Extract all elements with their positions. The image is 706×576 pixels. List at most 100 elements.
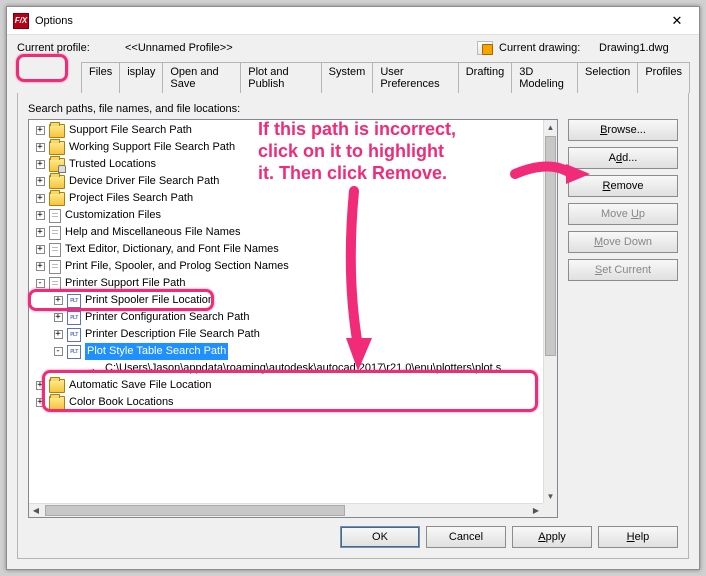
dialog-buttons: OK Cancel Apply Help xyxy=(28,518,678,548)
tree-item[interactable]: + Working Support File Search Path xyxy=(31,139,543,156)
browse-button[interactable]: Browse... xyxy=(568,119,678,141)
tree-item-label: Printer Configuration Search Path xyxy=(85,309,249,326)
plt-icon xyxy=(67,345,81,359)
doc-icon xyxy=(49,277,61,291)
plt-icon xyxy=(67,294,81,308)
close-icon: ✕ xyxy=(672,13,683,29)
tree-item-label: Text Editor, Dictionary, and Font File N… xyxy=(65,241,279,258)
expand-icon[interactable]: + xyxy=(36,194,45,203)
tree-item[interactable]: + Color Book Locations xyxy=(31,394,543,411)
remove-button[interactable]: Remove xyxy=(568,175,678,197)
tree-item-label: Device Driver File Search Path xyxy=(69,173,219,190)
tree-item-label: Customization Files xyxy=(65,207,161,224)
scroll-left-icon[interactable]: ◀ xyxy=(29,504,43,517)
scroll-thumb[interactable] xyxy=(545,136,556,356)
move-up-button: Move Up xyxy=(568,203,678,225)
tab-system[interactable]: System xyxy=(321,62,374,93)
tab-plot-and-publish[interactable]: Plot and Publish xyxy=(240,62,321,93)
dialog-body: Current profile: <<Unnamed Profile>> Cur… xyxy=(7,35,699,569)
scroll-right-icon[interactable]: ▶ xyxy=(529,504,543,517)
expand-icon[interactable]: + xyxy=(36,126,45,135)
tree-item-label: Printer Support File Path xyxy=(65,275,185,292)
expand-icon[interactable]: + xyxy=(36,245,45,254)
files-tab-panel: Search paths, file names, and file locat… xyxy=(17,93,689,559)
tree-item[interactable]: - Printer Support File Path xyxy=(31,275,543,292)
scroll-up-icon[interactable]: ▲ xyxy=(544,120,557,134)
options-dialog: F/X Options ✕ Current profile: <<Unnamed… xyxy=(6,6,700,570)
tree-item[interactable]: - Plot Style Table Search Path xyxy=(31,343,543,360)
tab-isplay[interactable]: isplay xyxy=(119,62,163,93)
folder-icon xyxy=(49,192,65,206)
expand-icon[interactable]: + xyxy=(54,296,63,305)
expand-icon[interactable]: + xyxy=(36,262,45,271)
tree-item[interactable]: + Text Editor, Dictionary, and Font File … xyxy=(31,241,543,258)
collapse-icon[interactable]: - xyxy=(54,347,63,356)
tree-item-label: Project Files Search Path xyxy=(69,190,193,207)
tabstrip: FilesisplayOpen and SavePlot and Publish… xyxy=(81,61,689,93)
scroll-down-icon[interactable]: ▼ xyxy=(544,489,557,503)
expand-icon[interactable]: + xyxy=(36,160,45,169)
apply-button[interactable]: Apply xyxy=(512,526,592,548)
tree-item[interactable]: + Support File Search Path xyxy=(31,122,543,139)
tree-item-label: Working Support File Search Path xyxy=(69,139,235,156)
tree-item[interactable]: + Trusted Locations xyxy=(31,156,543,173)
tree-item-label: Printer Description File Search Path xyxy=(85,326,260,343)
vertical-scrollbar[interactable]: ▲ ▼ xyxy=(543,120,557,503)
close-button[interactable]: ✕ xyxy=(655,7,699,35)
expand-icon[interactable]: + xyxy=(36,143,45,152)
expand-icon[interactable]: + xyxy=(36,381,45,390)
help-button[interactable]: Help xyxy=(598,526,678,548)
tab-open-and-save[interactable]: Open and Save xyxy=(162,62,241,93)
tree-item[interactable]: +Print File, Spooler, and Prolog Section… xyxy=(31,258,543,275)
current-profile-value: <<Unnamed Profile>> xyxy=(125,42,275,54)
doc-icon xyxy=(49,209,61,223)
current-drawing-value: Drawing1.dwg xyxy=(599,42,689,54)
expand-icon[interactable]: + xyxy=(54,330,63,339)
folder-icon xyxy=(49,124,65,138)
tree-item-label: Support File Search Path xyxy=(69,122,192,139)
doc-icon xyxy=(49,243,61,257)
titlebar: F/X Options ✕ xyxy=(7,7,699,35)
collapse-icon[interactable]: - xyxy=(36,279,45,288)
tree-item-label: Color Book Locations xyxy=(69,394,174,411)
tab-selection[interactable]: Selection xyxy=(577,62,638,93)
doc-icon xyxy=(49,226,61,240)
expand-icon[interactable]: + xyxy=(54,313,63,322)
expand-icon[interactable]: + xyxy=(36,177,45,186)
set-current-button: Set Current xyxy=(568,259,678,281)
expand-icon[interactable]: + xyxy=(36,211,45,220)
side-button-column: Browse... Add... Remove Move Up Move Dow… xyxy=(568,119,678,518)
ok-button[interactable]: OK xyxy=(340,526,420,548)
tree-item-label: Trusted Locations xyxy=(69,156,156,173)
tree-item-label: Help and Miscellaneous File Names xyxy=(65,224,240,241)
horizontal-scrollbar[interactable]: ◀ ▶ xyxy=(29,503,543,517)
expand-icon[interactable]: + xyxy=(36,398,45,407)
tree-item[interactable]: + Printer Configuration Search Path xyxy=(31,309,543,326)
arrow-icon xyxy=(85,362,101,376)
scroll-thumb-h[interactable] xyxy=(45,505,345,516)
folder-icon xyxy=(49,396,65,410)
tab-drafting[interactable]: Drafting xyxy=(458,62,513,93)
tree-item[interactable]: + Device Driver File Search Path xyxy=(31,173,543,190)
tree-item[interactable]: C:\Users\Jason\appdata\roaming\autodesk\… xyxy=(31,360,543,377)
tree-item[interactable]: + Help and Miscellaneous File Names xyxy=(31,224,543,241)
folder-locked-icon xyxy=(49,158,65,172)
tab-3d-modeling[interactable]: 3D Modeling xyxy=(511,62,578,93)
tree-item[interactable]: +Automatic Save File Location xyxy=(31,377,543,394)
tab-profiles[interactable]: Profiles xyxy=(637,62,690,93)
tab-user-preferences[interactable]: User Preferences xyxy=(372,62,458,93)
tree-item-label: Plot Style Table Search Path xyxy=(85,343,228,360)
folder-icon xyxy=(49,141,65,155)
tree-item-label: C:\Users\Jason\appdata\roaming\autodesk\… xyxy=(105,360,501,377)
tree-view[interactable]: + Support File Search Path + Working Suppor… xyxy=(28,119,558,518)
tree-item[interactable]: + Customization Files xyxy=(31,207,543,224)
move-down-button: Move Down xyxy=(568,231,678,253)
tree-item[interactable]: + Printer Description File Search Path xyxy=(31,326,543,343)
cancel-button[interactable]: Cancel xyxy=(426,526,506,548)
plt-icon xyxy=(67,311,81,325)
add-button[interactable]: Add... xyxy=(568,147,678,169)
tab-files[interactable]: Files xyxy=(81,62,120,93)
tree-item[interactable]: + Project Files Search Path xyxy=(31,190,543,207)
expand-icon[interactable]: + xyxy=(36,228,45,237)
tree-item[interactable]: +Print Spooler File Location xyxy=(31,292,543,309)
